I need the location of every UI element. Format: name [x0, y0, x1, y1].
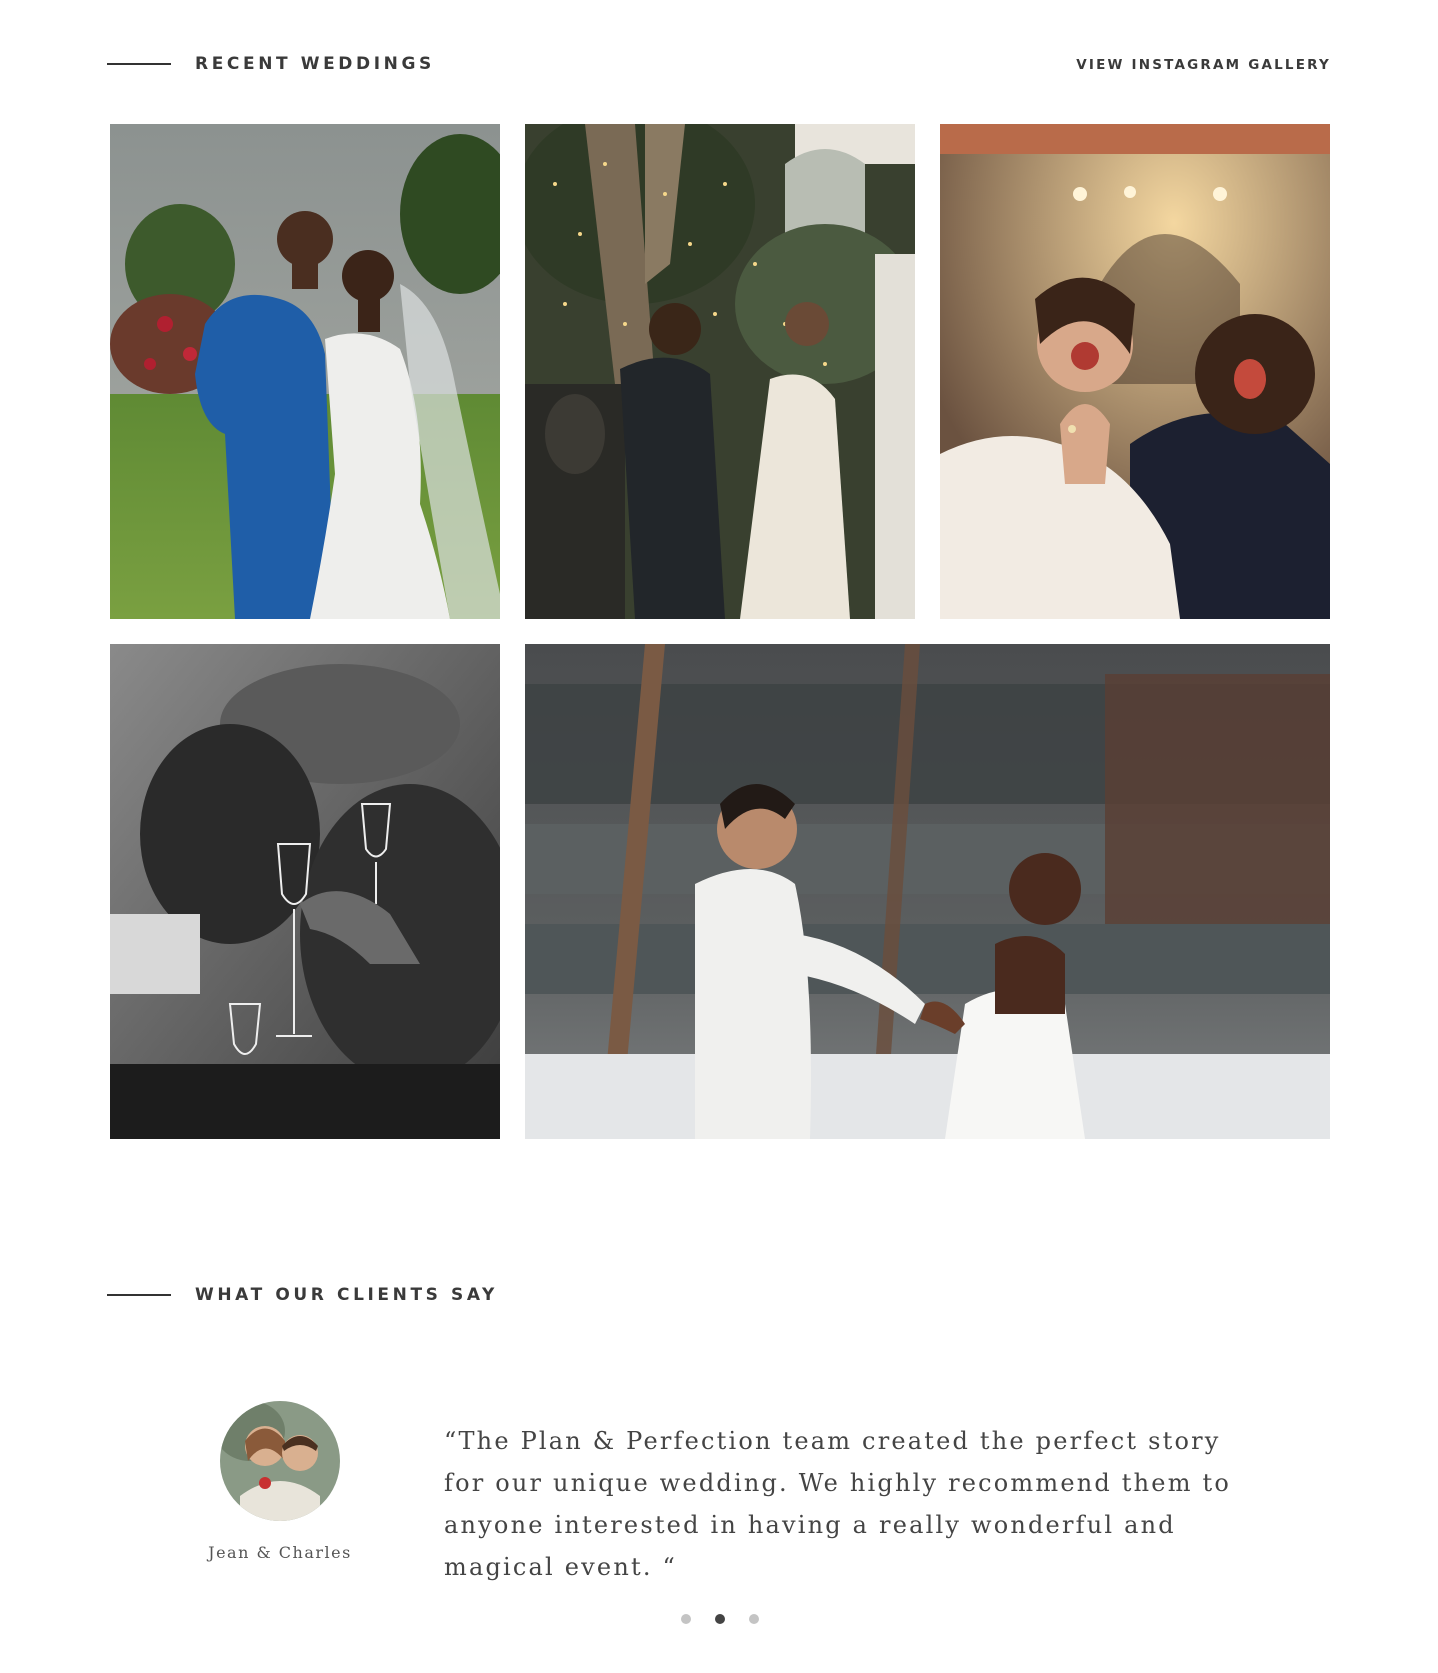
wedding-photo-1[interactable] [110, 124, 500, 619]
wedding-photo-2[interactable] [525, 124, 915, 619]
section-divider-line [107, 63, 171, 65]
wedding-photo-5[interactable] [525, 644, 1330, 1139]
carousel-pagination [681, 1614, 759, 1624]
client-name: Jean & Charles [208, 1543, 352, 1562]
recent-weddings-header: RECENT WEDDINGS [107, 54, 435, 74]
wedding-photo-3[interactable] [940, 124, 1330, 619]
carousel-dot-1[interactable] [681, 1614, 691, 1624]
testimonial-quote: “The Plan & Perfection team created the … [444, 1427, 1231, 1581]
view-instagram-gallery-link[interactable]: VIEW INSTAGRAM GALLERY [1076, 57, 1331, 73]
client-avatar [220, 1401, 340, 1521]
carousel-dot-3[interactable] [749, 1614, 759, 1624]
carousel-dot-2[interactable] [715, 1614, 725, 1624]
clients-header: WHAT OUR CLIENTS SAY [107, 1285, 498, 1305]
wedding-photo-4[interactable] [110, 644, 500, 1139]
section-divider-line [107, 1294, 171, 1296]
section-title: RECENT WEDDINGS [195, 54, 435, 74]
section-title: WHAT OUR CLIENTS SAY [195, 1285, 498, 1305]
